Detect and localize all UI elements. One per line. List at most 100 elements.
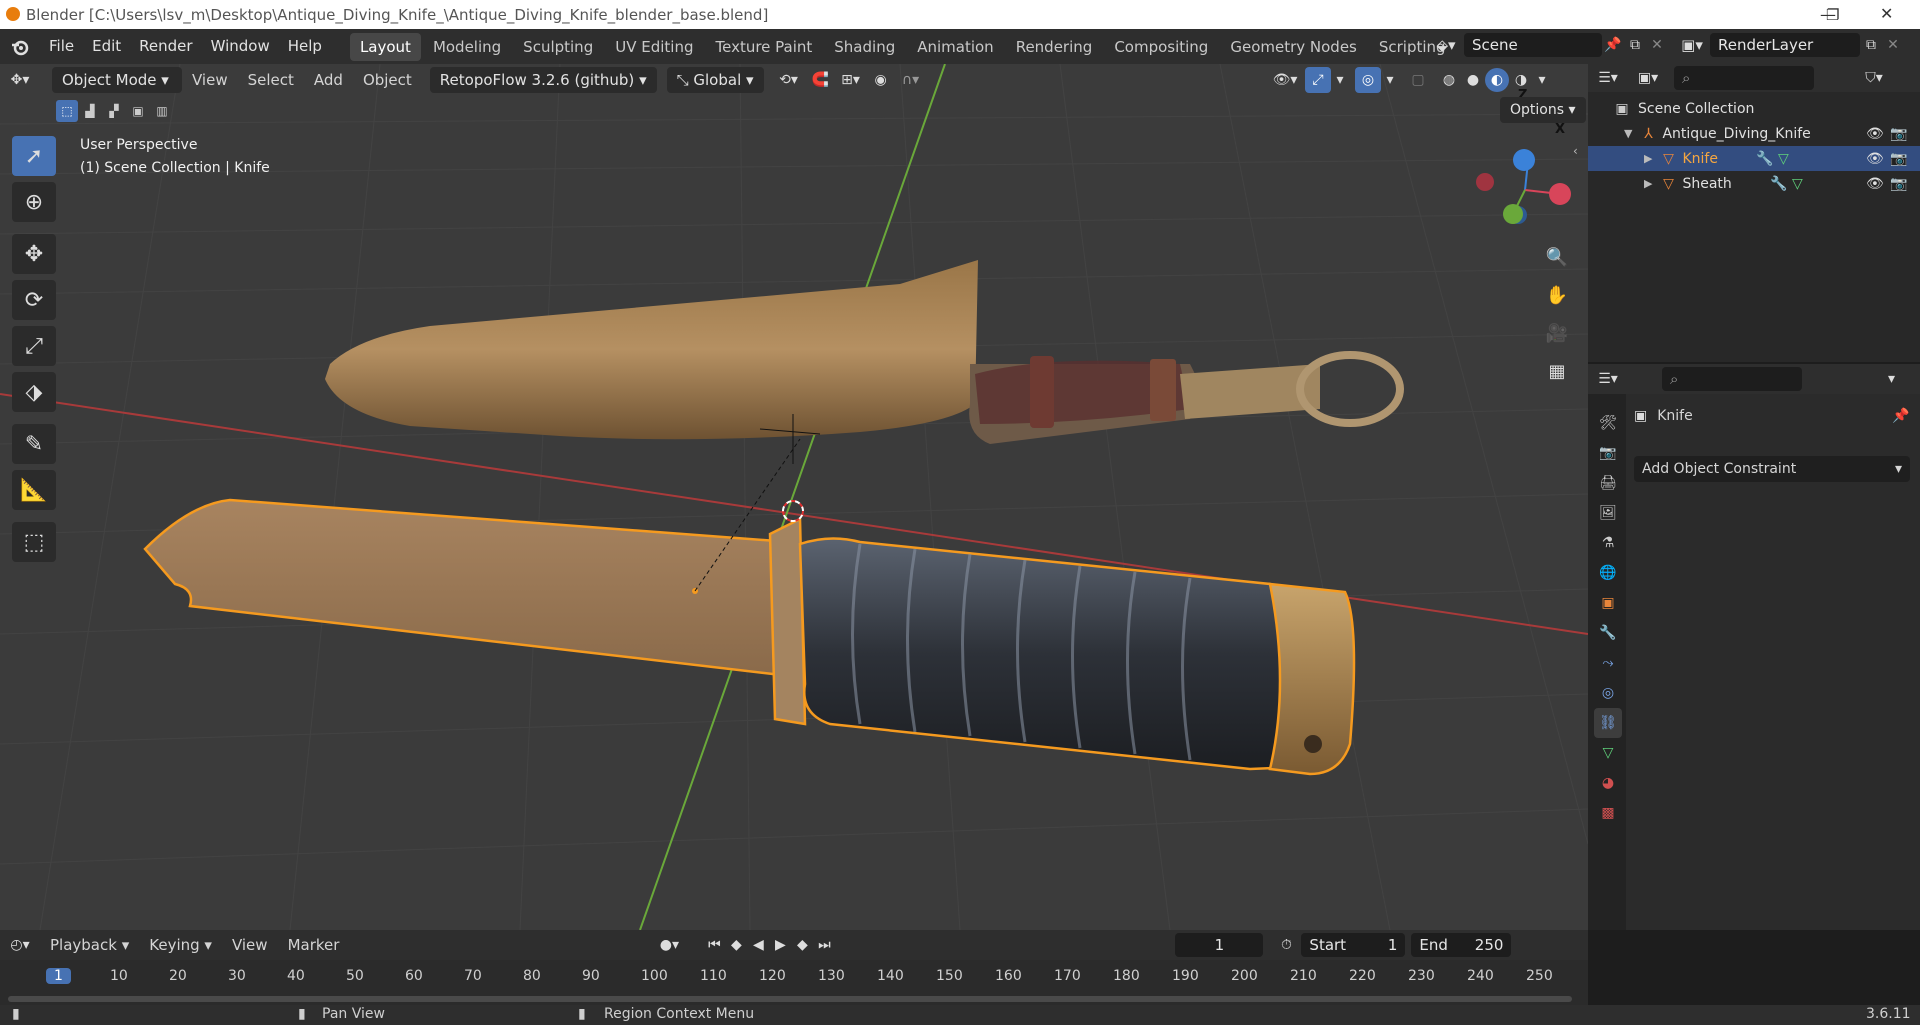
end-frame-field[interactable]: End 250 (1411, 933, 1512, 957)
visibility-eye-icon[interactable]: 👁 (1866, 126, 1884, 142)
frame-scrollbar[interactable] (8, 996, 1572, 1002)
view-layer-tab-icon[interactable]: 🖼 (1594, 498, 1622, 528)
object-tab-icon[interactable]: ▣ (1594, 588, 1622, 618)
transform-orientation-dropdown[interactable]: ⤡ Global ▾ (666, 66, 764, 93)
view-layer-name-field[interactable]: RenderLayer (1710, 33, 1860, 57)
select-new-icon[interactable]: ⬚ (56, 100, 78, 122)
restore-icon[interactable]: ❐ (1826, 6, 1839, 24)
panel-dropdown-icon[interactable]: ▾ (1888, 371, 1895, 387)
data-tab-icon[interactable]: ▽ (1594, 738, 1622, 768)
snap-target-icon[interactable]: ⊞▾ (834, 72, 868, 88)
view-layer-icon[interactable]: ▣▾ (1674, 33, 1710, 57)
3d-viewport[interactable]: Z X (0, 64, 1588, 930)
shading-dropdown-icon[interactable]: ▾ (1533, 72, 1551, 88)
material-tab-icon[interactable]: ◕ (1594, 768, 1622, 798)
visibility-eye-icon[interactable]: 👁 (1866, 151, 1884, 167)
modifier-wrench-icon[interactable]: 🔧 (1756, 151, 1773, 167)
measure-tool[interactable]: 📐 (12, 470, 56, 510)
jump-end-icon[interactable]: ⏭ (813, 937, 835, 953)
delete-scene-icon[interactable]: ✕ (1646, 37, 1668, 53)
close-button[interactable]: ✕ (1880, 4, 1893, 23)
rendered-shading-icon[interactable]: ◑ (1509, 72, 1533, 88)
play-icon[interactable]: ▶ (769, 937, 791, 953)
modifier-tab-icon[interactable]: 🔧 (1594, 618, 1622, 648)
annotate-tool[interactable]: ✎ (12, 424, 56, 464)
rotate-tool[interactable]: ⟳ (12, 280, 56, 320)
camera-view-icon[interactable]: 🎥 (1540, 316, 1574, 350)
render-camera-icon[interactable]: 📷 (1890, 176, 1907, 192)
marker-menu[interactable]: Marker (278, 936, 350, 954)
start-frame-field[interactable]: Start 1 (1301, 933, 1406, 957)
prev-keyframe-icon[interactable]: ◆ (725, 937, 747, 953)
cursor-tool[interactable]: ⊕ (12, 182, 56, 222)
object-mode-dropdown[interactable]: Object Mode ▾ (52, 66, 182, 93)
new-scene-icon[interactable]: ⧉ (1624, 37, 1646, 53)
menu-file[interactable]: File (40, 29, 83, 64)
add-cube-tool[interactable]: ⬚ (12, 522, 56, 562)
constraints-tab-icon[interactable]: ⛓ (1594, 708, 1622, 738)
properties-search-input[interactable]: ⌕ (1662, 367, 1802, 391)
mesh-data-icon[interactable]: ▽ (1792, 176, 1803, 192)
particles-tab-icon[interactable]: ⤳ (1594, 648, 1622, 678)
render-camera-icon[interactable]: 📷 (1890, 126, 1907, 142)
select-subtract-icon[interactable]: ▞ (102, 100, 126, 122)
delete-view-layer-icon[interactable]: ✕ (1882, 37, 1904, 53)
menu-view[interactable]: View (182, 71, 238, 89)
viewport-scene[interactable] (0, 64, 1588, 930)
menu-object[interactable]: Object (353, 71, 422, 89)
menu-edit[interactable]: Edit (83, 29, 130, 64)
visibility-icon[interactable]: 👁▾ (1265, 67, 1305, 93)
xray-icon[interactable]: ▢ (1405, 72, 1431, 88)
tab-animation[interactable]: Animation (907, 33, 1003, 61)
falloff-icon[interactable]: ∩▾ (894, 72, 928, 88)
visibility-eye-icon[interactable]: 👁 (1866, 176, 1884, 192)
new-view-layer-icon[interactable]: ⧉ (1860, 37, 1882, 53)
retopoflow-dropdown[interactable]: RetopoFlow 3.2.6 (github) ▾ (429, 66, 657, 93)
texture-tab-icon[interactable]: ▩ (1594, 798, 1622, 828)
ortho-toggle-icon[interactable]: ▦ (1540, 354, 1574, 388)
select-invert-icon[interactable]: ▣ (126, 100, 150, 122)
menu-add[interactable]: Add (304, 71, 353, 89)
pan-hand-icon[interactable]: ✋ (1540, 278, 1574, 312)
menu-select[interactable]: Select (238, 71, 304, 89)
tab-rendering[interactable]: Rendering (1006, 33, 1103, 61)
material-shading-icon[interactable]: ◐ (1485, 68, 1509, 92)
proportional-edit-icon[interactable]: ◉ (868, 72, 894, 88)
tab-texture-paint[interactable]: Texture Paint (705, 33, 822, 61)
scene-icon[interactable]: ⬙▾ (1428, 33, 1464, 57)
select-box-tool[interactable]: ➚ (12, 136, 56, 176)
scene-tab-icon[interactable]: ⚗ (1594, 528, 1622, 558)
pin-icon[interactable]: 📌 (1892, 408, 1909, 424)
snap-icon[interactable]: 🧲 (808, 72, 834, 88)
timeline-view-menu[interactable]: View (222, 936, 278, 954)
display-mode-icon[interactable]: ▣▾ (1628, 70, 1668, 86)
physics-tab-icon[interactable]: ◎ (1594, 678, 1622, 708)
properties-editor-icon[interactable]: ☰▾ (1588, 371, 1628, 387)
modifier-wrench-icon[interactable]: 🔧 (1770, 176, 1787, 192)
pivot-icon[interactable]: ⟲▾ (770, 72, 808, 88)
select-intersect-icon[interactable]: ▥ (150, 100, 174, 122)
tab-layout[interactable]: Layout (349, 32, 421, 61)
tab-compositing[interactable]: Compositing (1104, 33, 1218, 61)
tool-tab-icon[interactable]: 🛠 (1594, 408, 1622, 438)
options-dropdown[interactable]: Options ▾ (1500, 97, 1586, 123)
expand-arrow-icon[interactable]: ▶ (1644, 152, 1652, 165)
jump-start-icon[interactable]: ⏮ (703, 937, 725, 953)
menu-render[interactable]: Render (130, 29, 201, 64)
keying-menu[interactable]: Keying ▾ (139, 936, 222, 954)
outliner-row-scene-collection[interactable]: ▣ Scene Collection (1588, 96, 1920, 121)
auto-keying-icon[interactable]: ●▾ (649, 937, 689, 953)
overlay-toggle-icon[interactable]: ◎ (1355, 67, 1381, 93)
add-object-constraint-dropdown[interactable]: Add Object Constraint ▾ (1634, 456, 1910, 482)
expand-arrow-icon[interactable]: ▶ (1644, 177, 1652, 190)
current-frame-field[interactable]: 1 (1175, 933, 1264, 957)
scene-name-field[interactable]: Scene (1464, 33, 1602, 57)
outliner-editor-icon[interactable]: ☰▾ (1588, 70, 1628, 86)
gizmo-dropdown-icon[interactable]: ▾ (1331, 72, 1349, 88)
blender-menu-icon[interactable] (0, 29, 40, 64)
tab-sculpting[interactable]: Sculpting (513, 33, 603, 61)
mesh-data-icon[interactable]: ▽ (1778, 151, 1789, 167)
zoom-icon[interactable]: 🔍 (1540, 240, 1574, 274)
select-extend-icon[interactable]: ▟ (78, 100, 102, 122)
play-reverse-icon[interactable]: ◀ (747, 937, 769, 953)
